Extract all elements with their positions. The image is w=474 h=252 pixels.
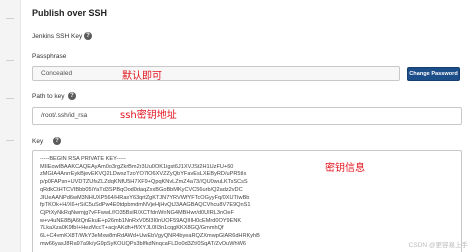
help-icon[interactable]: ? <box>68 92 76 100</box>
key-line: -----BEGIN RSA PRIVATE KEY----- <box>40 156 126 162</box>
help-icon[interactable]: ? <box>53 137 61 145</box>
passphrase-value: Concealed <box>41 70 73 77</box>
key-line: mw66yasJ8Ra97a9k/yG9pSyKOUQPs3bIfkdNnqca… <box>40 240 247 247</box>
key-line: fpTKOk+H/X6+rSiC5uSdPw4E0tdpbmdmNVjeHjHv… <box>40 202 251 209</box>
gutter-mark <box>6 60 14 61</box>
gutter-mark <box>6 140 14 141</box>
key-line: p/p0FAPsn+UVDTZUfsZLZdqKNfU5H7XF9+QpqKNv… <box>40 179 248 186</box>
passphrase-annotation: 默认即可 <box>122 71 162 82</box>
key-line: qRdkCtHTCVIBbb05iYaTd3SPBqOod0daqZxxBGoB… <box>40 186 243 193</box>
left-gutter <box>0 0 21 252</box>
key-line: 7LkaXza0K9fbI+HezMccT+acjrAKdh+ff/XYJL0l… <box>40 225 224 232</box>
gutter-mark <box>6 98 14 99</box>
path-to-key-annotation: ssh密钥地址 <box>120 110 177 121</box>
key-textarea[interactable]: -----BEGIN RSA PRIVATE KEY----- MIIEowIB… <box>32 150 462 252</box>
section-title: Publish over SSH <box>32 8 108 18</box>
key-line: JIUeAANPd6wM3NHUXP564/HRasY63qrtZgKTJN7Y… <box>40 194 250 201</box>
key-annotation: 密钥信息 <box>325 163 365 174</box>
key-line: CjPtXyNkRqNwmjg7vFFwwLf/O35BslR/XCTfdnWn… <box>40 209 234 216</box>
change-password-button[interactable]: Change Password <box>407 67 460 81</box>
path-to-key-value: /root/.ssh/id_rsa <box>41 112 88 119</box>
gutter-mark <box>6 18 14 19</box>
key-line: zMGIA4AnrrEykBjevEKVQ2LDwszTzoYO7lO6XVZZ… <box>40 171 247 178</box>
jenkins-ssh-key-label: Jenkins SSH Key <box>32 33 83 40</box>
help-icon[interactable]: ? <box>84 32 92 40</box>
key-line: w+v4uNE8BjA6tQnEkuE+p26mb1NnRxV05I3I0nUO… <box>40 217 242 224</box>
key-line: 6L+C4vmKX8T/WkY3eMxw8mRdAWd+UwEbVgyQNR4b… <box>40 233 260 240</box>
watermark: CSDN @更容易上手 <box>408 242 468 249</box>
key-line: MIIEowIBAAKCAQEAyAm0o3rgZkrBm2r3Uu0OK1ig… <box>40 163 234 170</box>
path-to-key-input[interactable]: /root/.ssh/id_rsa <box>32 107 462 125</box>
passphrase-label: Passphrase <box>32 53 67 60</box>
key-label: Key <box>32 138 44 145</box>
passphrase-field[interactable]: Concealed <box>32 66 400 81</box>
path-to-key-label: Path to key <box>32 93 65 100</box>
